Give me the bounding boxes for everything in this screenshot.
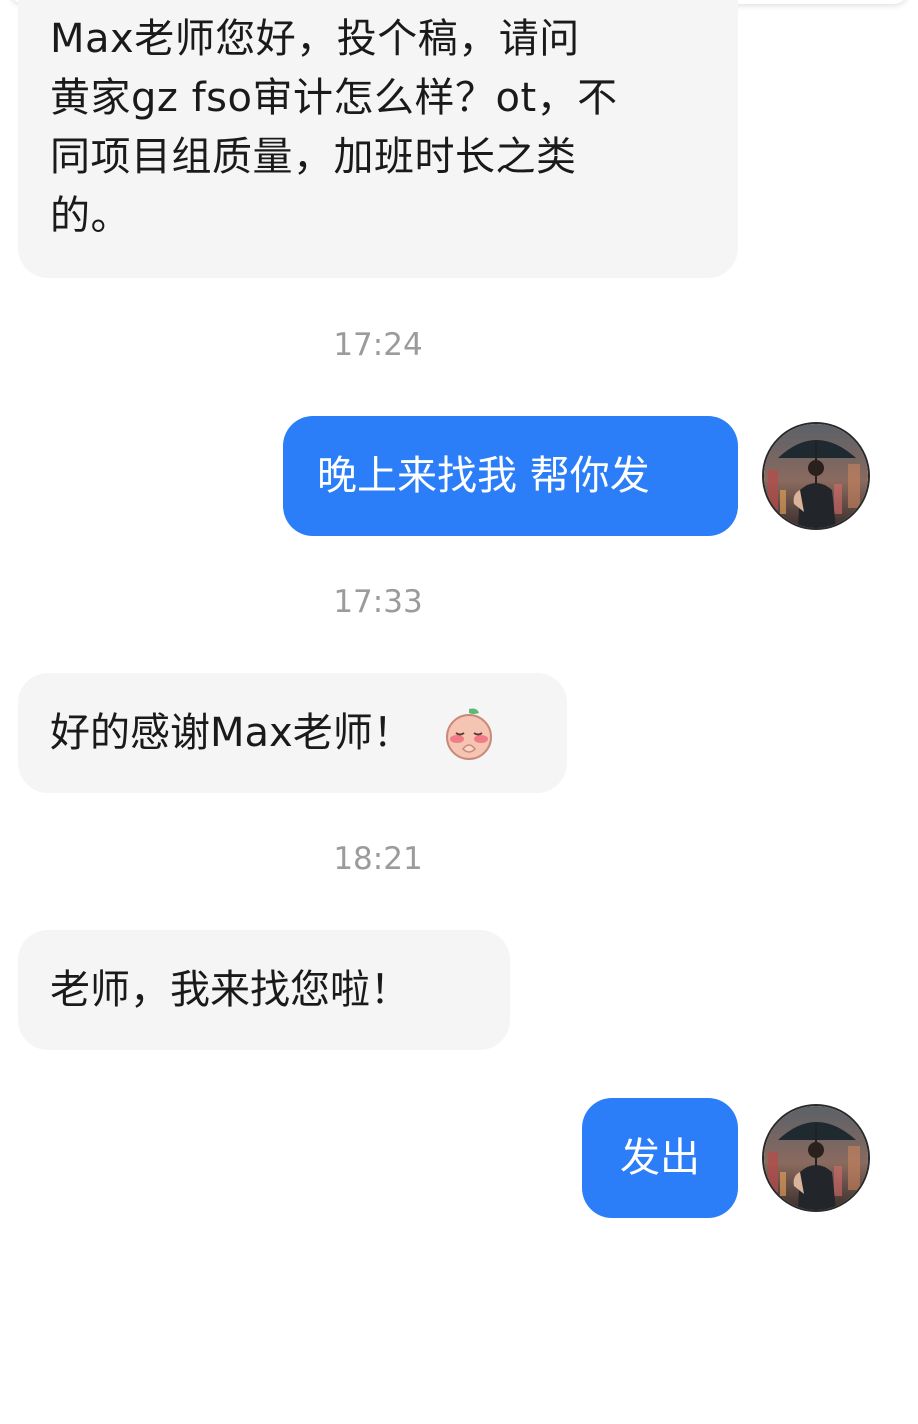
message-text-line: 同项目组质量，加班时长之类 — [50, 134, 577, 180]
umbrella-man-avatar-icon — [764, 1106, 868, 1210]
message-text: 晚上来找我 帮你发 — [317, 452, 650, 499]
message-timestamp: 17:33 — [333, 584, 423, 620]
incoming-message-bubble[interactable]: 老师，我来找您啦！ — [18, 930, 510, 1050]
incoming-message-bubble[interactable]: Max老师您好，投个稿，请问 黄家gz fso审计怎么样？ot，不 同项目组质量… — [18, 0, 738, 278]
umbrella-man-avatar-icon — [764, 424, 868, 528]
user-avatar[interactable] — [762, 422, 870, 530]
message-text: 老师，我来找您啦！ — [50, 966, 410, 1013]
user-avatar[interactable] — [762, 1104, 870, 1212]
message-text-line: Max老师您好，投个稿，请问 — [50, 16, 580, 62]
outgoing-message-bubble[interactable]: 发出 — [582, 1098, 738, 1218]
message-timestamp: 18:21 — [333, 841, 423, 877]
message-text: 好的感谢Max老师！ — [50, 709, 413, 756]
incoming-message-bubble[interactable]: 好的感谢Max老师！ — [18, 673, 567, 793]
message-text: 发出 — [620, 1134, 700, 1181]
message-timestamp: 17:24 — [333, 327, 423, 363]
peach-blush-praying-sticker-icon — [441, 705, 497, 761]
message-text-line: 黄家gz fso审计怎么样？ot，不 — [50, 75, 618, 121]
outgoing-message-bubble[interactable]: 晚上来找我 帮你发 — [283, 416, 738, 536]
message-text-line: 的。 — [50, 193, 131, 239]
